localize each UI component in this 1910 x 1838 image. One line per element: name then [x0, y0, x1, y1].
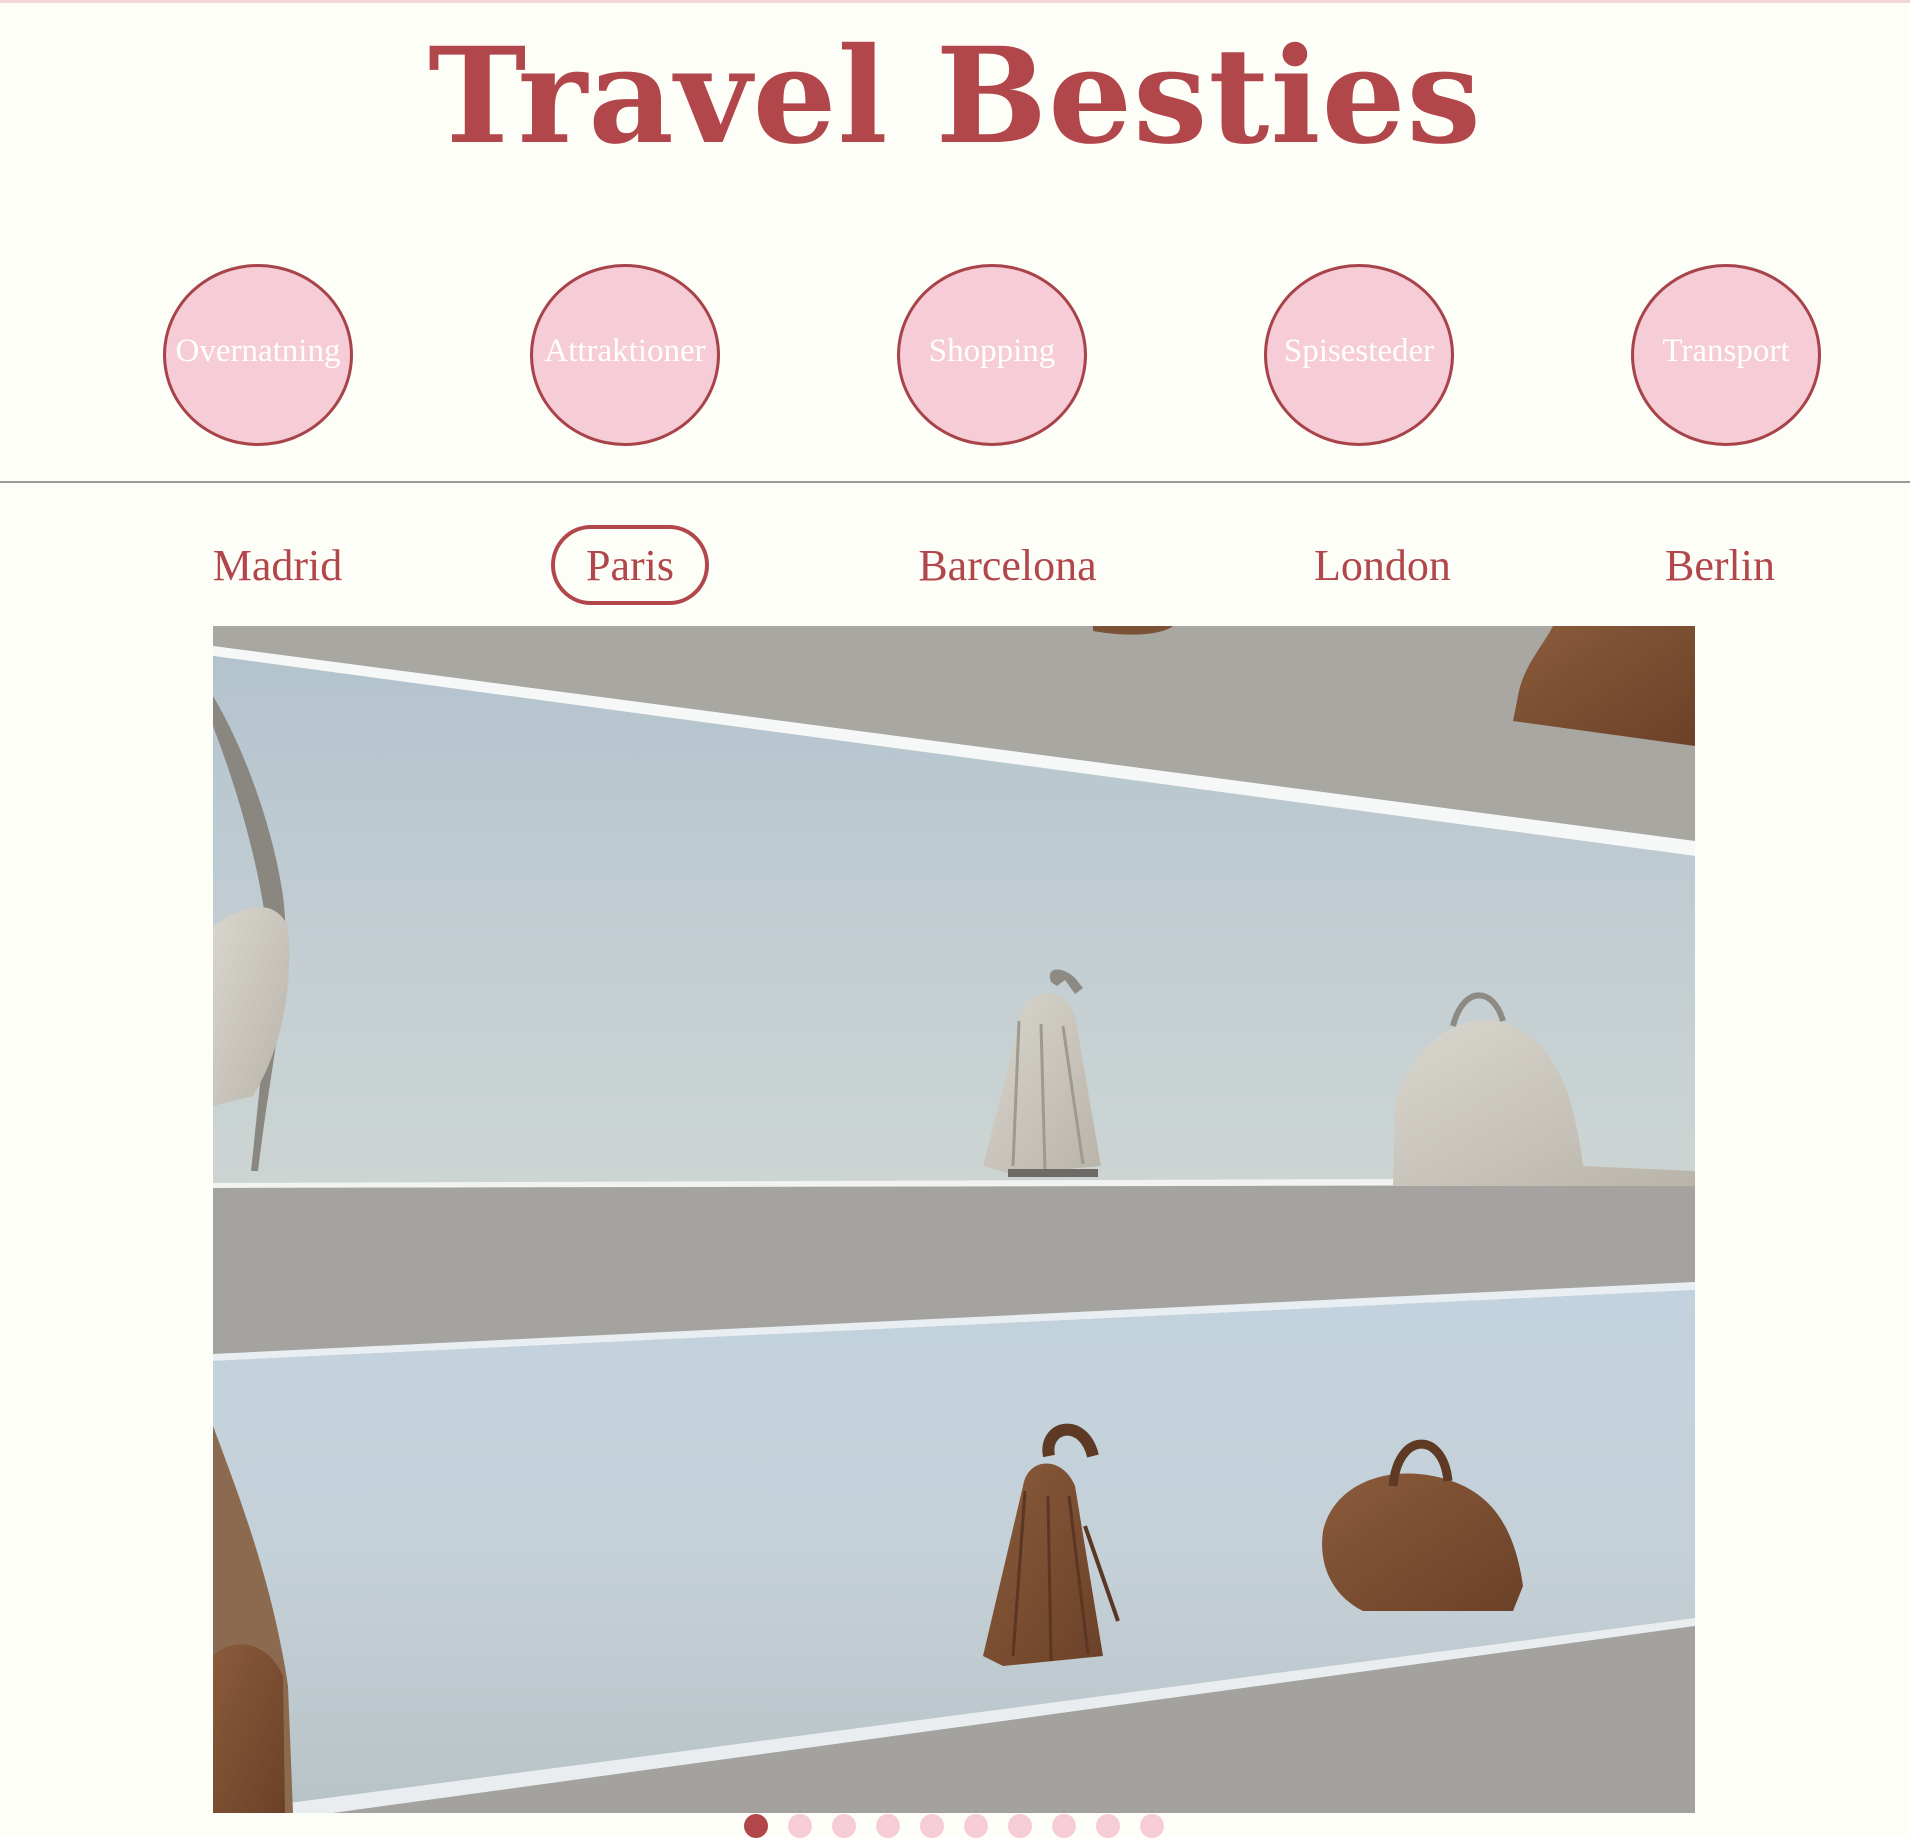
category-transport-button[interactable]: Transport	[1631, 264, 1821, 446]
tab-berlin[interactable]: Berlin	[1650, 525, 1790, 605]
pagination-dot[interactable]	[1052, 1814, 1076, 1838]
pagination-dot[interactable]	[1096, 1814, 1120, 1838]
site-title: Travel Besties	[428, 19, 1482, 174]
pagination-dot[interactable]	[920, 1814, 944, 1838]
category-label: Transport	[1662, 332, 1790, 369]
pagination-dot[interactable]	[964, 1814, 988, 1838]
photo-gallery[interactable]	[213, 626, 1695, 1813]
category-overnatning-button[interactable]: Overnatning	[163, 264, 353, 446]
tab-paris[interactable]: Paris	[551, 525, 709, 605]
category-label: Overnatning	[175, 332, 341, 369]
category-label: Shopping	[928, 332, 1056, 369]
pagination-dot[interactable]	[788, 1814, 812, 1838]
gallery-pagination	[744, 1814, 1164, 1838]
category-attraktioner-button[interactable]: Attraktioner	[530, 264, 720, 446]
category-nav: Overnatning Attraktioner Shopping Spises…	[0, 264, 1910, 450]
top-rule	[0, 0, 1910, 3]
pagination-dot[interactable]	[876, 1814, 900, 1838]
pagination-dot[interactable]	[744, 1814, 768, 1838]
category-shopping-button[interactable]: Shopping	[897, 264, 1087, 446]
pagination-dot[interactable]	[1140, 1814, 1164, 1838]
tab-madrid[interactable]: Madrid	[190, 525, 365, 605]
pagination-dot[interactable]	[1008, 1814, 1032, 1838]
category-label: Spisesteder	[1283, 332, 1435, 369]
tab-barcelona[interactable]: Barcelona	[900, 525, 1115, 605]
tab-london[interactable]: London	[1290, 525, 1475, 605]
section-divider	[0, 481, 1910, 483]
pagination-dot[interactable]	[832, 1814, 856, 1838]
category-label: Attraktioner	[544, 332, 706, 369]
category-spisesteder-button[interactable]: Spisesteder	[1264, 264, 1454, 446]
city-tabs: Madrid Paris Barcelona London Berlin	[0, 525, 1910, 609]
gallery-photo	[213, 626, 1695, 1813]
